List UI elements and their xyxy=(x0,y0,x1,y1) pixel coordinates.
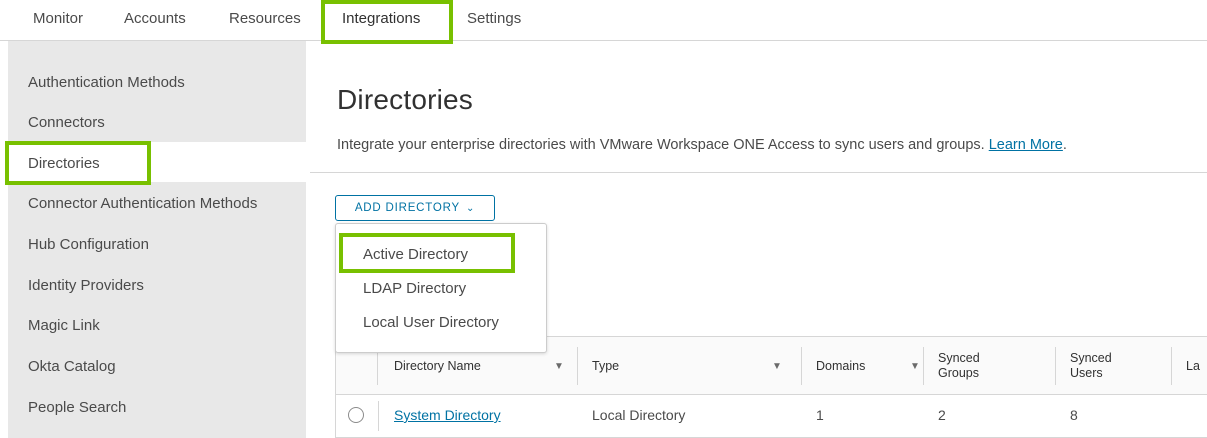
column-label-directory-name: Directory Name xyxy=(394,359,481,373)
description-period: . xyxy=(1062,137,1067,153)
column-separator xyxy=(577,347,578,385)
cell-domains: 1 xyxy=(816,407,824,423)
sidebar-item-authentication-methods[interactable]: Authentication Methods xyxy=(28,74,185,91)
menu-item-local-user-directory[interactable]: Local User Directory xyxy=(363,314,499,331)
sidebar-item-connector-authentication-methods[interactable]: Connector Authentication Methods xyxy=(28,195,257,212)
tab-monitor[interactable]: Monitor xyxy=(33,10,83,27)
content-divider xyxy=(310,172,1207,173)
tab-resources[interactable]: Resources xyxy=(229,10,301,27)
column-label-domains: Domains xyxy=(816,359,866,373)
active-directory-highlight xyxy=(339,233,515,273)
cell-synced-groups: 2 xyxy=(938,407,946,423)
sidebar-item-identity-providers[interactable]: Identity Providers xyxy=(28,277,144,294)
page-title: Directories xyxy=(337,84,474,115)
column-label-last: La xyxy=(1186,359,1200,373)
add-directory-button[interactable]: ADD DIRECTORY ⌄ xyxy=(335,195,495,221)
cell-type: Local Directory xyxy=(592,407,686,423)
integrations-tab-highlight xyxy=(321,0,453,44)
column-label-synced-groups: Synced Groups xyxy=(938,351,980,380)
column-separator xyxy=(1055,347,1056,385)
column-header-last[interactable]: La xyxy=(1171,337,1207,395)
column-header-type[interactable]: Type ▼ xyxy=(577,337,787,395)
filter-icon[interactable]: ▼ xyxy=(554,361,564,372)
learn-more-link[interactable]: Learn More xyxy=(989,137,1063,153)
chevron-down-icon: ⌄ xyxy=(466,202,476,214)
filter-icon[interactable]: ▼ xyxy=(910,361,920,372)
tab-accounts[interactable]: Accounts xyxy=(124,10,186,27)
column-label-type: Type xyxy=(592,359,620,373)
column-header-synced-users[interactable]: Synced Users xyxy=(1055,337,1176,395)
column-separator xyxy=(1171,347,1172,385)
column-label-synced-users: Synced Users xyxy=(1070,351,1112,380)
sidebar-item-hub-configuration[interactable]: Hub Configuration xyxy=(28,236,149,253)
column-separator xyxy=(801,347,802,385)
add-directory-label: ADD DIRECTORY xyxy=(354,202,460,214)
sidebar: Authentication Methods Connectors Direct… xyxy=(8,41,306,438)
column-separator xyxy=(923,347,924,385)
row-separator xyxy=(378,401,379,431)
page-description: Integrate your enterprise directories wi… xyxy=(337,137,1067,153)
menu-item-ldap-directory[interactable]: LDAP Directory xyxy=(363,280,466,297)
sidebar-item-magic-link[interactable]: Magic Link xyxy=(28,317,100,334)
directory-name-link[interactable]: System Directory xyxy=(394,407,501,423)
top-navigation: Monitor Accounts Resources Integrations … xyxy=(0,0,1207,41)
row-select-radio[interactable] xyxy=(348,407,364,423)
column-header-synced-groups[interactable]: Synced Groups xyxy=(923,337,1056,395)
tab-settings[interactable]: Settings xyxy=(467,10,521,27)
column-header-domains[interactable]: Domains ▼ xyxy=(801,337,924,395)
cell-synced-users: 8 xyxy=(1070,407,1078,423)
filter-icon[interactable]: ▼ xyxy=(772,361,782,372)
sidebar-item-okta-catalog[interactable]: Okta Catalog xyxy=(28,358,116,375)
description-text: Integrate your enterprise directories wi… xyxy=(337,137,985,153)
sidebar-item-connectors[interactable]: Connectors xyxy=(28,114,105,131)
sidebar-item-people-search[interactable]: People Search xyxy=(28,399,126,416)
directories-item-highlight xyxy=(5,141,151,185)
